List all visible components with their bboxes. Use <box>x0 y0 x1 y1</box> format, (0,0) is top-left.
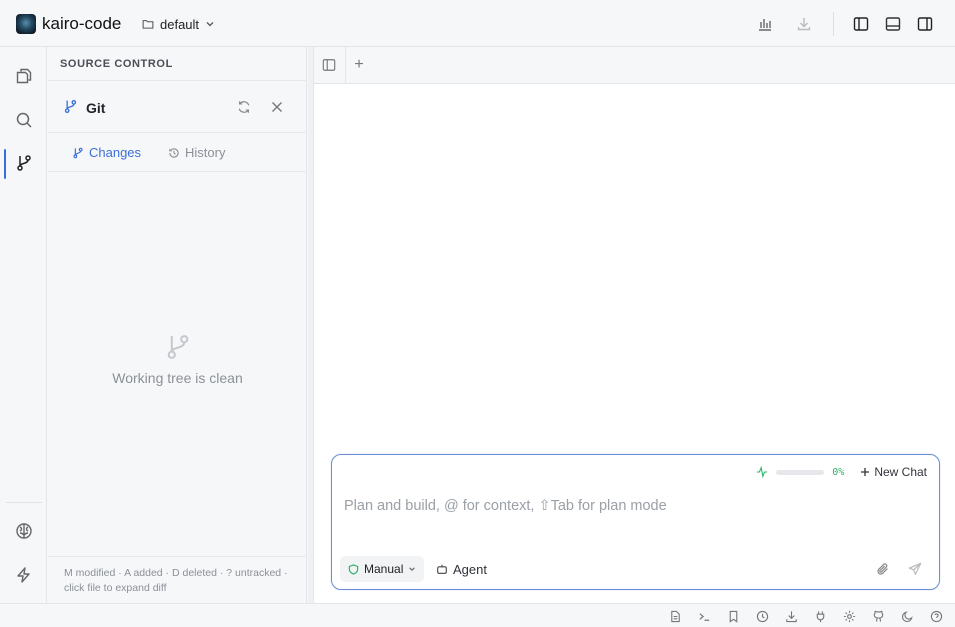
source-control-tabs: Changes History <box>48 134 307 172</box>
active-indicator <box>4 149 6 179</box>
search-icon[interactable] <box>11 107 37 133</box>
status-bar <box>0 603 955 627</box>
chat-toolbar: 0% New Chat <box>756 465 927 479</box>
activity-pulse-icon <box>756 466 768 478</box>
new-chat-label: New Chat <box>874 465 927 479</box>
top-bar: kairo-code default <box>0 0 955 47</box>
plug-icon[interactable] <box>812 608 828 624</box>
activity-bar <box>0 47 47 603</box>
editor-tab-bar: + <box>314 47 955 84</box>
panel-title: SOURCE CONTROL <box>60 58 173 70</box>
chevron-down-icon <box>408 565 416 573</box>
help-icon[interactable] <box>928 608 944 624</box>
plus-icon <box>860 467 870 477</box>
moon-icon[interactable] <box>899 608 915 624</box>
history-icon <box>168 147 180 159</box>
mode-label: Manual <box>364 562 404 576</box>
tab-changes[interactable]: Changes <box>72 145 141 160</box>
send-icon[interactable] <box>905 559 925 579</box>
main-area: + 0% New Chat Manual <box>313 47 955 603</box>
tab-changes-label: Changes <box>89 145 142 160</box>
settings-icon[interactable] <box>841 608 857 624</box>
bar-chart-icon[interactable] <box>753 12 777 36</box>
paperclip-icon[interactable] <box>873 559 893 579</box>
clock-icon[interactable] <box>754 608 770 624</box>
sidebar-toggle-icon[interactable] <box>316 53 342 77</box>
tab-history[interactable]: History <box>168 145 225 160</box>
agent-button[interactable]: Agent <box>436 556 487 582</box>
status-legend: M modified · A added · D deleted · ? unt… <box>48 556 307 603</box>
app-logo <box>16 14 36 34</box>
download-icon[interactable] <box>783 608 799 624</box>
source-control-icon[interactable] <box>11 150 37 176</box>
chat-input[interactable] <box>344 495 924 517</box>
toolbar-divider <box>833 12 834 36</box>
mode-selector[interactable]: Manual <box>340 556 425 582</box>
activity-divider <box>6 502 42 503</box>
toggle-left-sidebar-icon[interactable] <box>849 12 873 36</box>
source-control-panel: SOURCE CONTROL Git Changes History Worki… <box>48 47 307 603</box>
app-name: kairo-code <box>42 14 122 33</box>
close-icon[interactable] <box>270 100 284 114</box>
workspace-name: default <box>160 16 200 32</box>
chevron-down-icon <box>205 19 215 29</box>
workspace-selector[interactable]: default <box>142 15 215 33</box>
toggle-bottom-panel-icon[interactable] <box>881 12 905 36</box>
robot-icon <box>436 563 448 575</box>
download-icon[interactable] <box>792 12 816 36</box>
chat-composer: 0% New Chat Manual Agent <box>331 454 940 590</box>
new-chat-button[interactable]: New Chat <box>860 465 927 479</box>
git-branch-large-icon <box>164 333 192 361</box>
new-tab-button[interactable]: + <box>346 53 372 77</box>
branch-icon <box>72 147 84 159</box>
toggle-right-sidebar-icon[interactable] <box>913 12 937 36</box>
git-title: Git <box>86 100 106 116</box>
file-icon[interactable] <box>667 608 683 624</box>
agent-label: Agent <box>453 561 487 577</box>
shield-icon <box>348 563 359 575</box>
brain-icon[interactable] <box>11 518 37 544</box>
empty-state: Working tree is clean <box>48 333 307 386</box>
tab-history-label: History <box>185 145 226 160</box>
terminal-icon[interactable] <box>696 608 712 624</box>
context-percent: 0% <box>832 466 845 478</box>
github-icon[interactable] <box>870 608 886 624</box>
folder-icon <box>142 18 154 30</box>
bookmark-icon[interactable] <box>725 608 741 624</box>
git-header: Git <box>48 81 307 133</box>
lightning-icon[interactable] <box>11 562 37 588</box>
refresh-icon[interactable] <box>237 100 251 114</box>
git-branch-icon <box>63 99 78 114</box>
empty-message: Working tree is clean <box>112 370 243 386</box>
context-progress <box>776 469 825 475</box>
files-icon[interactable] <box>11 63 37 89</box>
